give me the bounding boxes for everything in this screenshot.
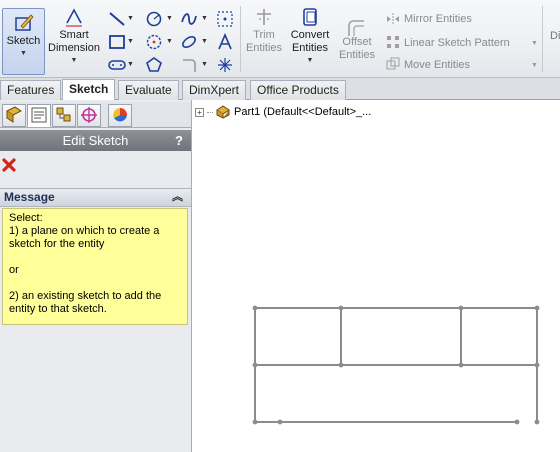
graphics-area[interactable]: + Part1 (Default<<Default>_... [193,100,560,452]
tab-configuration-manager[interactable] [52,104,76,127]
fillet-icon[interactable] [180,56,198,74]
message-line [9,251,181,264]
tab-display-manager[interactable] [108,104,132,127]
property-manager-title: Edit Sketch ? [0,130,191,151]
chevron-down-icon[interactable]: ▼ [201,38,208,45]
linear-pattern-icon [387,36,399,48]
cancel-icon[interactable] [2,158,16,172]
sketch-point [252,419,258,425]
chevron-down-icon[interactable]: ▼ [201,61,208,68]
tab-evaluate[interactable]: Evaluate [118,80,179,100]
message-group-header[interactable]: Message ︽ [0,188,191,207]
smart-dimension-label: Smart Dimension [48,29,100,54]
convert-entities-icon [303,8,317,26]
smart-dimension-icon [66,8,82,27]
sketch-geometry [252,305,540,425]
spline-icon[interactable] [180,10,198,28]
separator [240,6,241,72]
tab-office-products[interactable]: Office Products [250,80,346,100]
plane-icon[interactable] [216,56,234,74]
mirror-entities-button[interactable]: Mirror Entities [404,13,472,25]
message-line: 1) a plane on which to create a sketch f… [9,225,160,250]
offset-entities-button[interactable]: Offset Entities [336,20,378,62]
tab-dimxpert-manager[interactable] [77,104,101,127]
chevron-down-icon[interactable]: ▼ [166,15,173,22]
message-line: Select: [9,212,43,224]
smart-dimension-button[interactable]: Smart Dimension ▼ [48,6,100,65]
move-icon [386,57,400,70]
point-grid-icon[interactable] [216,10,234,28]
message-header-label: Message [4,190,55,204]
manager-tabs [0,102,191,128]
panel-title: Edit Sketch [62,133,129,148]
sketch-icon [14,14,34,31]
chevron-down-icon[interactable]: ▼ [287,57,333,65]
circle-icon[interactable] [145,10,163,28]
offset-icon [348,20,364,36]
command-manager-ribbon: Sketch ▼ Smart Dimension ▼ ▼ ▼ ▼ ▼ ▼ ▼ ▼… [0,0,560,78]
sketch-point [514,419,520,425]
linear-sketch-pattern-button[interactable]: Linear Sketch Pattern [404,37,510,49]
move-entities-button[interactable]: Move Entities [404,59,470,71]
separator [542,6,543,72]
configuration-manager-icon [56,107,71,122]
rectangle-icon[interactable] [108,33,126,51]
tab-dimxpert[interactable]: DimXpert [182,80,247,100]
sketch-point [534,419,540,425]
tab-feature-manager[interactable] [2,104,26,127]
chevron-down-icon[interactable]: ▼ [127,61,134,68]
text-icon[interactable] [216,33,234,51]
chevron-down-icon[interactable]: ▼ [531,62,538,69]
feature-manager-icon [6,106,22,123]
sketch-point [277,419,283,425]
trim-entities-button[interactable]: Trim Entities [243,6,285,55]
convert-label: Convert Entities [290,29,330,54]
sketch-point [458,305,464,311]
property-manager-icon [31,107,47,123]
convert-entities-button[interactable]: Convert Entities ▼ [287,6,333,65]
chevron-down-icon[interactable]: ▼ [3,50,44,58]
display-manager-icon [113,108,127,122]
command-manager-tabs: Features Sketch Evaluate DimXpert Office… [0,78,560,100]
trim-icon [257,9,271,25]
display-relations-button[interactable]: Di [550,30,560,42]
sketch-label: Sketch [6,35,41,47]
property-manager-panel: Edit Sketch ? Message ︽ Select: 1) a pla… [0,100,192,452]
sketch-point [338,305,344,311]
sketch-point [534,362,540,368]
message-box: Select: 1) a plane on which to create a … [2,208,188,325]
chevron-down-icon[interactable]: ▼ [201,15,208,22]
arc-icon[interactable] [145,33,163,51]
tab-property-manager[interactable] [27,104,51,127]
polygon-icon[interactable] [145,56,163,74]
chevron-down-icon[interactable]: ▼ [127,38,134,45]
chevron-down-icon[interactable]: ▼ [127,15,134,22]
ellipse-icon[interactable] [180,33,198,51]
dimxpert-manager-icon [81,107,97,123]
tab-sketch[interactable]: Sketch [62,79,116,100]
collapse-icon[interactable]: ︽ [172,189,183,206]
message-line: or [9,264,19,276]
chevron-down-icon[interactable]: ▼ [166,38,173,45]
sketch-point [338,362,344,368]
sketch-point [458,362,464,368]
message-line [9,277,181,290]
sketch-button[interactable]: Sketch ▼ [2,8,45,75]
mirror-icon [387,13,399,25]
chevron-down-icon[interactable]: ▼ [531,40,538,47]
sketch-point [534,305,540,311]
sketch-point [252,305,258,311]
line-icon[interactable] [108,10,126,28]
trim-label: Trim Entities [245,29,283,54]
sketch-point [252,362,258,368]
message-line: 2) an existing sketch to add the entity … [9,290,162,315]
slot-icon[interactable] [108,56,126,74]
help-button[interactable]: ? [175,130,183,151]
chevron-down-icon[interactable]: ▼ [48,57,100,65]
tab-features[interactable]: Features [0,80,62,100]
